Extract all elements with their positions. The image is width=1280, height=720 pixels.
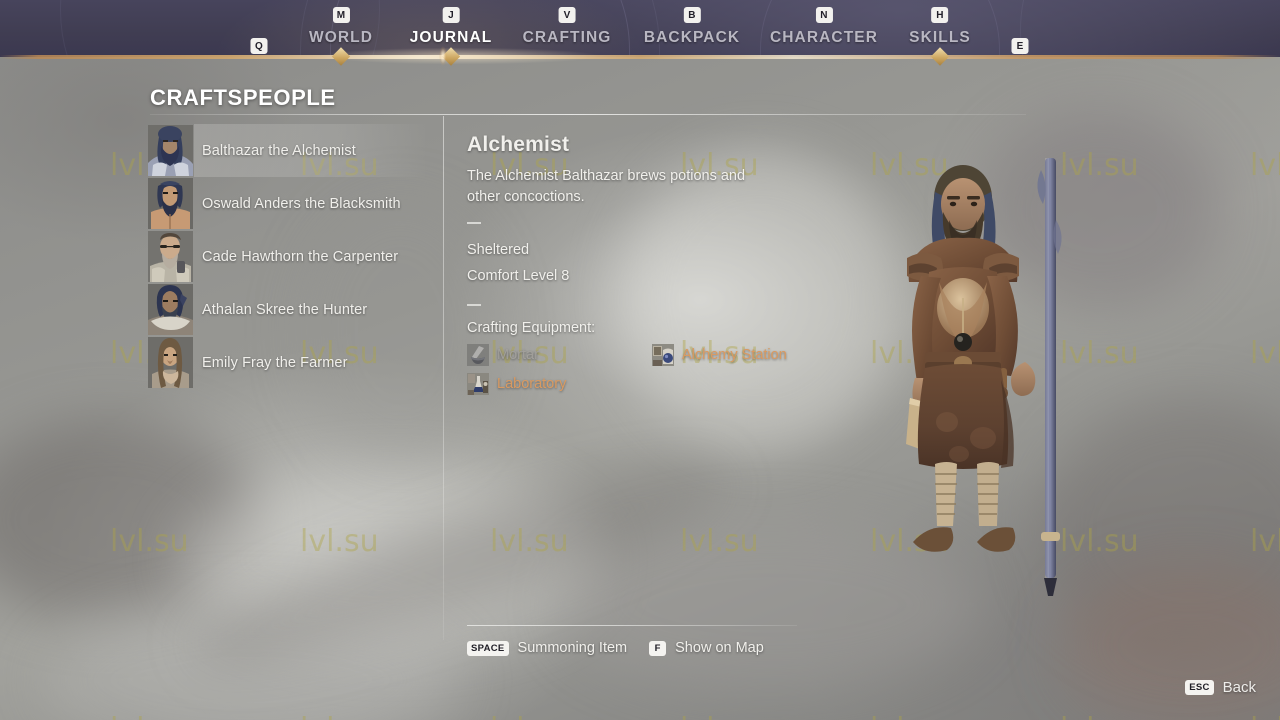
equipment-item[interactable]: Mortar bbox=[467, 344, 539, 367]
craftsperson-name: Oswald Anders the Blacksmith bbox=[202, 195, 401, 212]
keycap-v: V bbox=[558, 7, 576, 23]
detail-description: The Alchemist Balthazar brews potions an… bbox=[467, 168, 746, 205]
craftsperson-name: Balthazar the Alchemist bbox=[202, 142, 356, 159]
panel-divider bbox=[443, 116, 444, 640]
tab-character[interactable]: N CHARACTER bbox=[770, 0, 878, 57]
equipment-icon bbox=[652, 344, 674, 367]
tab-backpack[interactable]: B BACKPACK bbox=[644, 0, 740, 57]
game-screen: lvl.sulvl.sulvl.sulvl.sulvl.sulvl.sulvl.… bbox=[0, 0, 1280, 720]
action-hint-bar: SPACE Summoning Item F Show on Map bbox=[467, 640, 764, 656]
active-tab-marker-pin bbox=[438, 46, 448, 66]
equipment-name: Alchemy Station bbox=[682, 347, 787, 364]
craftsperson-name: Emily Fray the Farmer bbox=[202, 354, 348, 371]
tab-label: CHARACTER bbox=[769, 29, 879, 46]
tab-crafting[interactable]: V CRAFTING bbox=[523, 0, 612, 57]
detail-title: Alchemist bbox=[467, 133, 570, 156]
next-tab-key[interactable]: E bbox=[1011, 31, 1029, 54]
list-item[interactable]: Athalan Skree the Hunter bbox=[148, 283, 428, 336]
hint-label: Show on Map bbox=[675, 640, 764, 656]
list-item[interactable]: Emily Fray the Farmer bbox=[148, 336, 428, 389]
craftsperson-detail-panel: Alchemist The Alchemist Balthazar brews … bbox=[467, 133, 797, 402]
list-item[interactable]: Oswald Anders the Blacksmith bbox=[148, 177, 428, 230]
keycap-b: B bbox=[683, 7, 701, 23]
craftspeople-list: Balthazar the Alchemist Oswald Anders the… bbox=[148, 124, 428, 389]
shelter-status: Sheltered bbox=[467, 242, 530, 259]
prev-tab-key[interactable]: Q bbox=[250, 31, 268, 54]
keycap-q: Q bbox=[250, 38, 268, 54]
craftsperson-portrait bbox=[148, 178, 193, 229]
keycap-m: M bbox=[332, 7, 350, 23]
list-item[interactable]: Balthazar the Alchemist bbox=[148, 124, 428, 177]
craftsperson-portrait bbox=[148, 231, 193, 282]
portrait-art bbox=[148, 337, 193, 388]
back-label: Back bbox=[1222, 679, 1256, 696]
keycap-esc: ESC bbox=[1185, 680, 1214, 695]
equipment-icon bbox=[467, 344, 489, 367]
top-navigation-bar: M WORLD J JOURNAL V CRAFTING B BACKPACK N CHARACT… bbox=[0, 0, 1280, 57]
character-portrait-render bbox=[855, 150, 1105, 600]
portrait-art bbox=[148, 178, 193, 229]
craftsperson-portrait bbox=[148, 125, 193, 176]
equipment-icon bbox=[467, 373, 489, 396]
craftsperson-name: Athalan Skree the Hunter bbox=[202, 301, 368, 318]
keycap-e: E bbox=[1011, 38, 1029, 54]
tab-label: WORLD bbox=[308, 29, 374, 46]
hint-label: Summoning Item bbox=[517, 640, 628, 656]
page-title: CRAFTSPEOPLE bbox=[150, 85, 336, 110]
list-item[interactable]: Cade Hawthorn the Carpenter bbox=[148, 230, 428, 283]
equipment-name: Laboratory bbox=[497, 376, 567, 393]
keycap-h: H bbox=[931, 7, 949, 23]
keycap-j: J bbox=[442, 7, 460, 23]
portrait-art bbox=[148, 284, 193, 335]
keycap-space: SPACE bbox=[467, 640, 509, 656]
portrait-art bbox=[148, 125, 193, 176]
keycap-n: N bbox=[815, 7, 833, 23]
craftsperson-name: Cade Hawthorn the Carpenter bbox=[202, 248, 399, 265]
back-button[interactable]: ESC Back bbox=[1185, 679, 1256, 696]
detail-separator bbox=[467, 304, 481, 307]
hint-show-on-map[interactable]: F Show on Map bbox=[649, 640, 764, 656]
equipment-grid: Mortar Alchemy Station Laboratory bbox=[467, 344, 797, 402]
hint-separator bbox=[467, 625, 797, 626]
tab-bar: M WORLD J JOURNAL V CRAFTING B BACKPACK N CHARACT… bbox=[0, 0, 1280, 57]
equipment-item[interactable]: Alchemy Station bbox=[652, 344, 787, 367]
craftsperson-portrait bbox=[148, 337, 193, 388]
equipment-header: Crafting Equipment: bbox=[467, 320, 596, 337]
craftsperson-portrait bbox=[148, 284, 193, 335]
equipment-item[interactable]: Laboratory bbox=[467, 373, 567, 396]
page-title-underline bbox=[150, 114, 1026, 115]
comfort-level: Comfort Level 8 bbox=[467, 267, 570, 284]
equipment-name: Mortar bbox=[497, 347, 539, 364]
gold-divider-rule bbox=[0, 55, 1280, 59]
tab-label: CRAFTING bbox=[522, 29, 612, 46]
portrait-art bbox=[148, 231, 193, 282]
detail-separator bbox=[467, 222, 481, 225]
hint-summoning-item[interactable]: SPACE Summoning Item bbox=[467, 640, 627, 656]
tab-label: JOURNAL bbox=[409, 29, 493, 46]
keycap-f: F bbox=[649, 640, 667, 656]
tab-label: BACKPACK bbox=[643, 29, 741, 46]
tab-label: SKILLS bbox=[909, 29, 971, 46]
